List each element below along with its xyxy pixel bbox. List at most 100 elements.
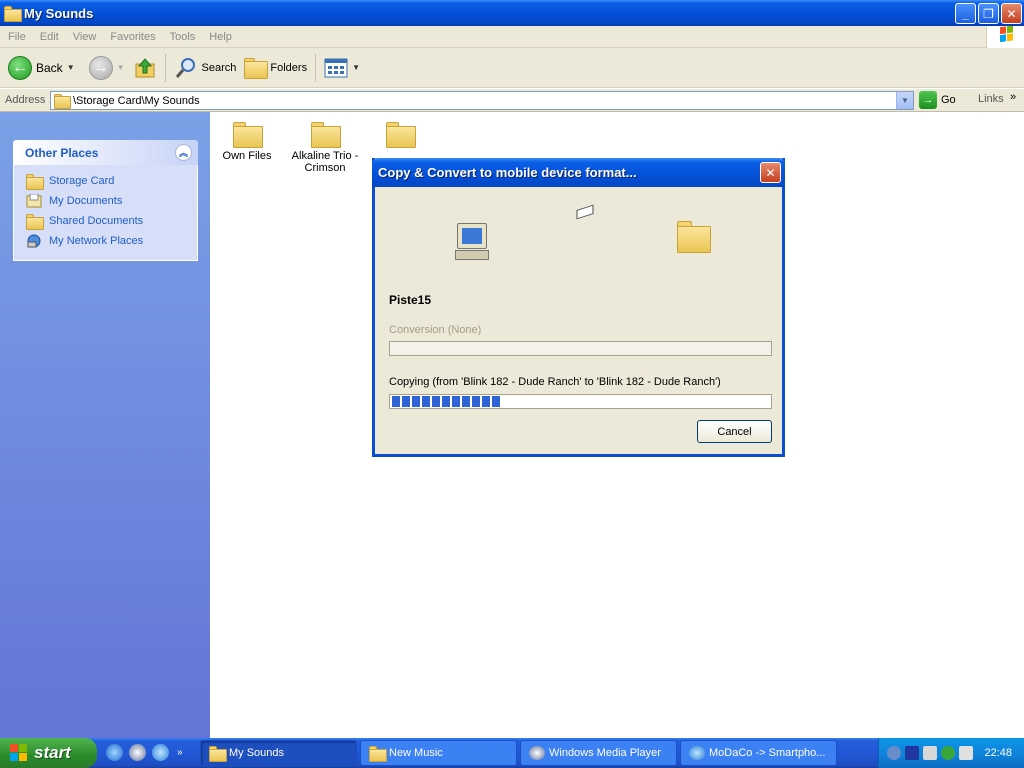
start-button[interactable]: start <box>0 738 97 768</box>
folder-icon <box>26 214 44 230</box>
address-dropdown-button[interactable]: ▼ <box>896 92 913 109</box>
toolbar-separator <box>164 53 166 82</box>
sidebar-item-shared-documents[interactable]: Shared Documents <box>26 211 197 231</box>
progress-segment <box>452 396 460 407</box>
close-button[interactable]: ✕ <box>1001 3 1022 24</box>
tray-icon[interactable] <box>941 746 955 760</box>
progress-segment <box>412 396 420 407</box>
menu-help[interactable]: Help <box>203 31 238 43</box>
folder-icon <box>386 122 416 148</box>
menu-favorites[interactable]: Favorites <box>104 31 161 43</box>
task-modaco[interactable]: MoDaCo -> Smartpho... <box>680 740 837 766</box>
folders-button[interactable]: Folders <box>240 52 311 84</box>
address-value: \Storage Card\My Sounds <box>73 94 200 107</box>
menu-edit[interactable]: Edit <box>34 31 65 43</box>
restore-button[interactable]: ❐ <box>978 3 999 24</box>
start-label: start <box>34 743 71 762</box>
quick-launch: » <box>106 744 183 761</box>
windows-flag-icon <box>10 744 28 762</box>
task-my-sounds[interactable]: My Sounds <box>200 740 357 766</box>
go-button[interactable]: → Go <box>919 91 956 109</box>
folder-icon <box>54 94 71 109</box>
progress-segment <box>392 396 400 407</box>
network-icon <box>26 234 42 248</box>
task-pane: Other Places ︽ Storage Card My Documents… <box>0 112 210 738</box>
device-folder-icon <box>677 221 711 253</box>
task-label: New Music <box>389 747 443 759</box>
menu-file[interactable]: File <box>2 31 32 43</box>
menu-view[interactable]: View <box>67 31 103 43</box>
conversion-progress-bar <box>389 341 772 356</box>
ie-icon[interactable] <box>106 744 123 761</box>
go-arrow-icon: → <box>919 91 937 109</box>
other-places-panel: Other Places ︽ Storage Card My Documents… <box>13 140 198 261</box>
tray-icon[interactable] <box>959 746 973 760</box>
quick-launch-chevron-icon[interactable]: » <box>177 747 183 758</box>
sidebar-item-my-documents[interactable]: My Documents <box>26 191 197 211</box>
task-windows-media-player[interactable]: Windows Media Player <box>520 740 677 766</box>
views-icon <box>324 58 348 77</box>
menu-tools[interactable]: Tools <box>164 31 202 43</box>
media-player-icon[interactable] <box>129 744 146 761</box>
menu-bar: File Edit View Favorites Tools Help <box>0 25 1024 48</box>
chevron-down-icon[interactable]: ▼ <box>352 63 360 72</box>
taskbar: start » My Sounds New Music Windows Medi… <box>0 738 1024 768</box>
window-title-bar[interactable]: My Sounds _ ❐ ✕ <box>0 0 1024 26</box>
file-item[interactable]: Own Files <box>220 122 274 162</box>
other-places-title: Other Places <box>25 145 99 160</box>
chevron-down-icon[interactable]: ▼ <box>67 63 75 72</box>
my-documents-icon <box>26 193 42 208</box>
forward-button[interactable]: → ▼ <box>85 52 129 84</box>
sidebar-item-label: Shared Documents <box>49 215 144 227</box>
collapse-icon[interactable]: ︽ <box>175 144 192 161</box>
dialog-title-bar[interactable]: Copy & Convert to mobile device format..… <box>372 158 785 187</box>
toolbar: ← Back ▼ → ▼ Search Folders ▼ <box>0 48 1024 88</box>
search-button[interactable]: Search <box>170 52 241 84</box>
folder-icon <box>209 746 227 762</box>
progress-segment <box>462 396 470 407</box>
browser-icon[interactable] <box>152 744 169 761</box>
sidebar-item-network-places[interactable]: My Network Places <box>26 231 197 251</box>
copying-label: Copying (from 'Blink 182 - Dude Ranch' t… <box>389 376 721 388</box>
folder-icon <box>233 122 263 148</box>
file-item[interactable]: Alkaline Trio - Crimson <box>288 122 362 174</box>
windows-logo <box>986 25 1024 48</box>
address-bar: Address \Storage Card\My Sounds ▼ → Go L… <box>0 89 1024 112</box>
address-input[interactable]: \Storage Card\My Sounds ▼ <box>50 91 914 110</box>
file-item-label: Own Files <box>222 150 272 162</box>
tray-icon[interactable] <box>905 746 919 760</box>
forward-arrow-icon: → <box>88 55 113 80</box>
progress-segment <box>432 396 440 407</box>
tray-icon[interactable] <box>923 746 937 760</box>
folder-icon <box>311 122 341 148</box>
cancel-button[interactable]: Cancel <box>697 420 772 443</box>
back-label: Back <box>36 60 63 75</box>
links-label[interactable]: Links <box>978 93 1004 105</box>
progress-segment <box>472 396 480 407</box>
progress-segment <box>422 396 430 407</box>
progress-segment <box>402 396 410 407</box>
task-new-music[interactable]: New Music <box>360 740 517 766</box>
file-item[interactable] <box>376 122 424 150</box>
task-label: Windows Media Player <box>549 747 661 759</box>
folder-icon <box>369 746 387 762</box>
minimize-button[interactable]: _ <box>955 3 976 24</box>
tray-icon[interactable] <box>887 746 901 760</box>
chevron-down-icon[interactable]: ▼ <box>117 63 125 72</box>
up-folder-button[interactable] <box>129 52 161 84</box>
task-label: My Sounds <box>229 747 285 759</box>
sidebar-item-storage-card[interactable]: Storage Card <box>26 171 197 191</box>
dialog-close-button[interactable]: ✕ <box>760 162 781 183</box>
system-tray: 22:48 <box>878 738 1024 768</box>
conversion-label: Conversion (None) <box>389 324 482 336</box>
back-arrow-icon: ← <box>8 55 32 80</box>
views-button[interactable]: ▼ <box>320 52 364 84</box>
media-player-icon <box>529 746 545 760</box>
links-chevron-icon[interactable]: » <box>1010 91 1016 103</box>
task-label: MoDaCo -> Smartpho... <box>709 747 826 759</box>
back-button[interactable]: ← Back ▼ <box>4 52 79 84</box>
folders-icon <box>244 57 269 80</box>
copy-convert-dialog: Copy & Convert to mobile device format..… <box>372 158 785 457</box>
other-places-header[interactable]: Other Places ︽ <box>13 140 198 165</box>
sidebar-item-label: Storage Card <box>49 175 115 187</box>
